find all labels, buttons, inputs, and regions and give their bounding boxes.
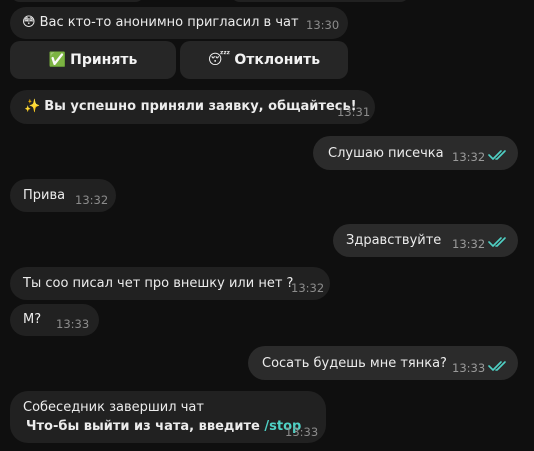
- message-time: 13:32: [452, 237, 486, 251]
- decline-button-label: Отклонить: [234, 52, 321, 68]
- double-check-icon: [488, 237, 506, 247]
- flushed-face-icon: 😳: [22, 15, 36, 30]
- message-text: Прива: [23, 188, 66, 203]
- outgoing-message: Слушаю писечка 13:32: [313, 136, 518, 170]
- previous-message-stub: [230, 0, 410, 2]
- invite-message-text: 😳 Вас кто-то анонимно пригласил в чат: [22, 15, 299, 30]
- previous-message-stub: [10, 0, 145, 2]
- double-check-icon: [488, 150, 506, 160]
- message-time: 13:32: [452, 150, 486, 164]
- message-time: 13:33: [285, 425, 319, 439]
- message-time: 13:30: [306, 18, 340, 32]
- accept-button-label: Принять: [70, 52, 138, 68]
- decline-button[interactable]: 😴 Отклонить: [180, 41, 348, 79]
- accepted-message-text: ✨ Вы успешно приняли заявку, общайтесь!: [24, 99, 357, 114]
- chat-ended-message: Собеседник завершил чат Что-бы выйти из …: [10, 391, 326, 443]
- message-text: Здравствуйте: [346, 233, 442, 248]
- double-check-icon: [488, 361, 506, 371]
- message-text: М?: [23, 312, 42, 327]
- message-text: Слушаю писечка: [328, 146, 444, 161]
- chat-ended-line: Собеседник завершил чат: [23, 400, 204, 415]
- message-time: 13:33: [452, 361, 486, 375]
- incoming-message: М? 13:33: [10, 304, 99, 336]
- accept-button[interactable]: ✅ Принять: [10, 41, 176, 79]
- message-time: 13:32: [75, 193, 109, 207]
- invite-message: 😳 Вас кто-то анонимно пригласил в чат 13:…: [10, 7, 348, 39]
- stop-instruction: Что-бы выйти из чата, введите /stop: [26, 419, 302, 434]
- message-time: 13:31: [337, 105, 371, 119]
- check-mark-icon: ✅: [48, 52, 67, 68]
- message-time: 13:33: [56, 317, 90, 331]
- outgoing-message: Здравствуйте 13:32: [333, 224, 518, 257]
- incoming-message: Прива 13:32: [10, 179, 116, 212]
- incoming-message: Ты соо писал чет про внешку или нет ? 13…: [10, 267, 330, 300]
- message-time: 13:32: [291, 281, 325, 295]
- accepted-message: ✨ Вы успешно приняли заявку, общайтесь! 1…: [10, 90, 375, 124]
- sparkles-icon: ✨: [24, 99, 41, 114]
- message-text: Сосать будешь мне тянка?: [262, 356, 447, 371]
- outgoing-message: Сосать будешь мне тянка? 13:33: [248, 346, 518, 380]
- sleeping-face-icon: 😴: [207, 52, 231, 68]
- message-text: Ты соо писал чет про внешку или нет ?: [23, 276, 294, 291]
